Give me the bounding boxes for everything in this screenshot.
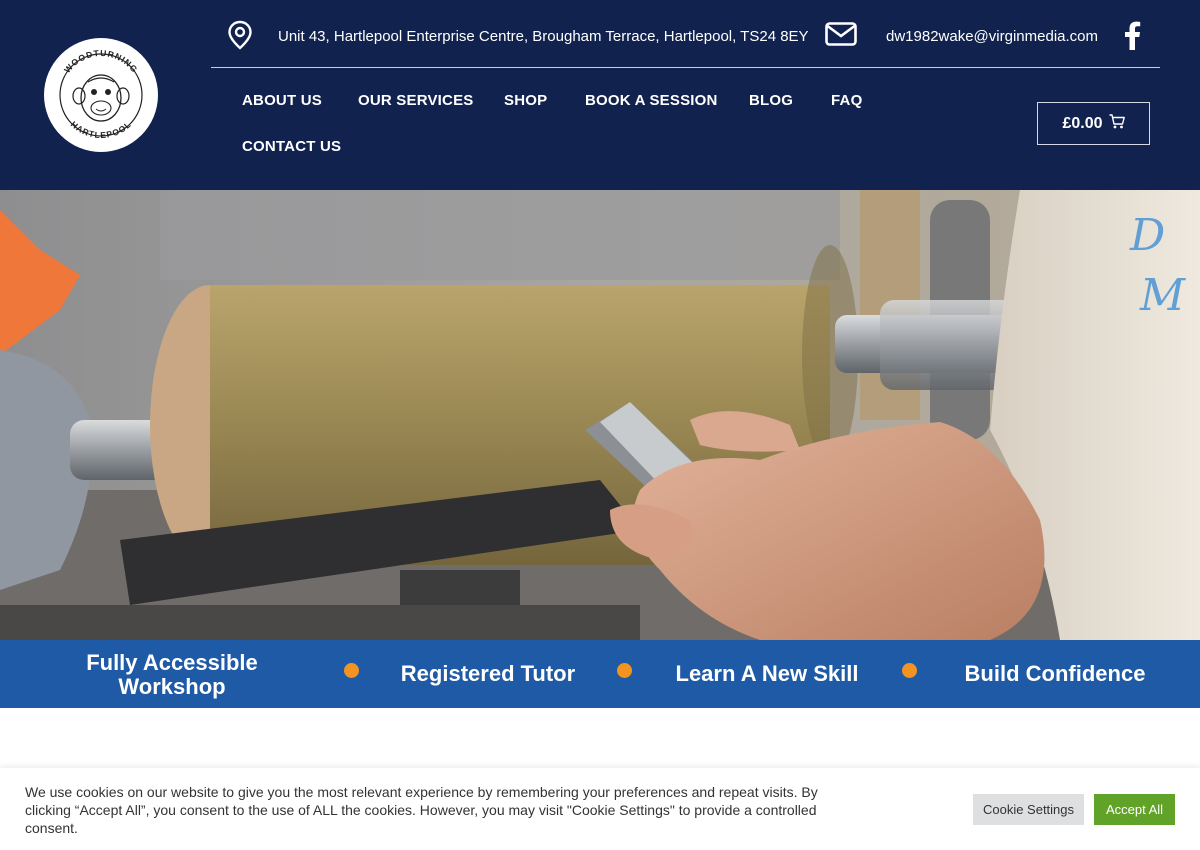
feature-learn-skill: Learn A New Skill [675,661,859,686]
svg-text:D: D [1129,210,1165,261]
cart-icon [1109,113,1125,134]
feature-text-line2: Workshop [118,674,226,699]
address-text: Unit 43, Hartlepool Enterprise Centre, B… [278,28,809,45]
email-link[interactable]: dw1982wake@virginmedia.com [886,28,1098,45]
features-band: Fully Accessible Workshop Registered Tut… [0,640,1200,708]
feature-registered-tutor: Registered Tutor [400,661,576,686]
cart-total: £0.00 [1062,114,1103,132]
nav-shop[interactable]: SHOP [504,92,547,109]
nav-blog[interactable]: BLOG [749,92,793,109]
cookie-settings-button[interactable]: Cookie Settings [973,794,1084,825]
hero-image: D M [0,190,1200,640]
bullet-dot-icon [902,663,917,678]
nav-faq[interactable]: FAQ [831,92,862,109]
cookie-consent-bar: We use cookies on our website to give yo… [0,768,1200,850]
cookie-message: We use cookies on our website to give yo… [25,784,818,836]
accept-all-button[interactable]: Accept All [1094,794,1175,825]
bullet-dot-icon [344,663,359,678]
bullet-dot-icon [617,663,632,678]
nav-book-a-session[interactable]: BOOK A SESSION [585,92,718,109]
envelope-icon[interactable] [825,22,857,51]
nav-about-us[interactable]: ABOUT US [242,92,322,109]
contact-bar: Unit 43, Hartlepool Enterprise Centre, B… [211,0,1160,68]
facebook-icon[interactable] [1123,20,1141,55]
feature-text-line1: Fully Accessible [86,650,258,675]
map-pin-icon [227,20,253,55]
monkey-logo-icon: WOODTURNING HARTLEPOOL [46,40,156,150]
svg-text:M: M [1139,270,1186,321]
nav-contact-us[interactable]: CONTACT US [242,138,341,155]
feature-build-confidence: Build Confidence [964,661,1146,686]
cart-button[interactable]: £0.00 [1037,102,1150,145]
site-header: WOODTURNING HARTLEPOOL Unit 43, Hartlepo… [0,0,1200,190]
site-logo[interactable]: WOODTURNING HARTLEPOOL [44,38,158,152]
feature-accessible-workshop: Fully Accessible Workshop [62,651,282,699]
nav-our-services[interactable]: OUR SERVICES [358,92,474,109]
